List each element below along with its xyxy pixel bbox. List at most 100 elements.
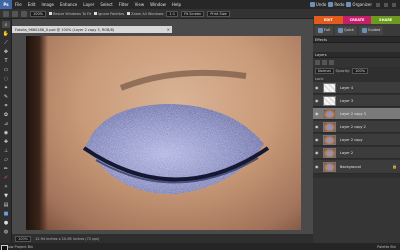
document-area: Fotolia_9660188_X.psd @ 100% (Layer 2 co… xyxy=(12,19,313,243)
crop-tool-icon[interactable]: ⌗ xyxy=(2,102,10,109)
hand-tool-icon[interactable]: ✋ xyxy=(2,30,10,37)
full-edit-icon xyxy=(318,27,323,33)
menubar-right-group: Undo Redo Organizer xyxy=(309,2,400,7)
menu-enhance[interactable]: Enhance xyxy=(57,2,80,7)
layer-thumbnail xyxy=(323,108,336,119)
fit-screen-button[interactable]: Fit Screen xyxy=(181,10,205,17)
opacity-field[interactable]: 100% xyxy=(352,68,369,74)
layer-thumbnail xyxy=(323,95,336,106)
organizer-label: Organizer xyxy=(352,2,372,7)
palette-bin-toggle[interactable]: Palette Bin xyxy=(377,245,396,249)
menu-filter[interactable]: Filter xyxy=(116,2,132,7)
effects-panel-body xyxy=(313,43,400,52)
sponge-tool-icon[interactable]: ◍ xyxy=(2,228,10,235)
smart-brush-tool-icon[interactable]: ✧ xyxy=(2,183,10,190)
new-adjustment-layer-icon[interactable] xyxy=(322,60,327,65)
gradient-tool-icon[interactable]: ▤ xyxy=(2,201,10,208)
menu-edit[interactable]: Edit xyxy=(25,2,39,7)
layer-row[interactable]: ◉ Layer 4 xyxy=(313,82,400,94)
layer-row[interactable]: ◉ Layer 3 xyxy=(313,95,400,107)
tab-edit[interactable]: EDIT xyxy=(314,16,343,24)
layer-name: Background xyxy=(340,164,361,169)
layers-empty-area xyxy=(313,178,400,243)
image-canvas[interactable] xyxy=(26,36,301,230)
new-layer-icon[interactable] xyxy=(315,60,320,65)
document-tab[interactable]: Fotolia_9660188_X.psd @ 100% (Layer 2 co… xyxy=(12,26,172,33)
zoom-field[interactable]: 100% xyxy=(30,10,47,17)
visibility-eye-icon[interactable]: ◉ xyxy=(315,98,320,103)
type-tool-icon[interactable]: T xyxy=(2,57,10,64)
blur-tool-icon[interactable]: ● xyxy=(2,219,10,226)
brush-tool-icon[interactable]: ✐ xyxy=(2,174,10,181)
organizer-icon xyxy=(346,2,352,7)
visibility-eye-icon[interactable]: ◉ xyxy=(315,111,320,116)
close-icon[interactable]: × xyxy=(167,27,170,32)
menu-file[interactable]: File xyxy=(12,2,25,7)
bottom-bar: Show Project Bin Palette Bin xyxy=(0,243,400,250)
ignore-palettes-checkbox[interactable]: Ignore Palettes xyxy=(93,11,124,16)
quick-edit-button[interactable]: Quick xyxy=(335,25,357,35)
full-edit-button[interactable]: Full xyxy=(315,25,333,35)
actual-pixels-button[interactable]: 1:1 xyxy=(166,10,179,17)
layer-row[interactable]: ◉ Layer 2 xyxy=(313,147,400,159)
red-eye-tool-icon[interactable]: ◉ xyxy=(2,129,10,136)
zoom-in-icon[interactable] xyxy=(12,10,18,17)
move-tool-icon[interactable]: ✥ xyxy=(2,48,10,55)
pencil-tool-icon[interactable]: ✏ xyxy=(2,165,10,172)
menu-view[interactable]: View xyxy=(132,2,148,7)
layer-row[interactable]: ◉ Layer 2 copy xyxy=(313,134,400,146)
shape-tool-icon[interactable]: ■ xyxy=(2,210,10,217)
layer-row[interactable]: ◉ Layer 2 copy 2 xyxy=(313,121,400,133)
menu-window[interactable]: Window xyxy=(147,2,169,7)
layer-row-background[interactable]: ◉ Background 🔒 xyxy=(313,160,400,174)
redo-button[interactable]: Redo xyxy=(328,2,344,7)
menu-select[interactable]: Select xyxy=(97,2,115,7)
blend-mode-select[interactable]: Normal xyxy=(315,68,334,74)
resize-windows-checkbox[interactable]: Resize Windows To Fit xyxy=(49,11,91,16)
visibility-eye-icon[interactable]: ◉ xyxy=(315,137,320,142)
straighten-tool-icon[interactable]: ⊿ xyxy=(2,120,10,127)
effects-title: Effects xyxy=(315,37,327,42)
zoom-tool-icon[interactable]: ⌕ xyxy=(2,21,10,28)
layer-row-selected[interactable]: ◉ Layer 2 copy 3 xyxy=(313,108,400,120)
minimize-button[interactable] xyxy=(376,2,380,7)
layer-name: Layer 2 copy xyxy=(340,137,363,142)
show-project-bin-button[interactable]: Show Project Bin xyxy=(4,245,33,249)
delete-layer-icon[interactable] xyxy=(329,60,334,65)
menu-help[interactable]: Help xyxy=(169,2,184,7)
visibility-eye-icon[interactable]: ◉ xyxy=(315,85,320,90)
healing-brush-tool-icon[interactable]: ✚ xyxy=(2,138,10,145)
maximize-button[interactable] xyxy=(384,2,388,7)
print-size-button[interactable]: Print Size xyxy=(207,10,230,17)
layer-thumbnail xyxy=(323,121,336,132)
blend-mode-row: Normal Opacity: 100% xyxy=(313,67,400,75)
visibility-eye-icon[interactable]: ◉ xyxy=(315,164,320,169)
lasso-tool-icon[interactable]: ◌ xyxy=(2,75,10,82)
marquee-tool-icon[interactable]: ▭ xyxy=(2,66,10,73)
magic-wand-tool-icon[interactable]: ✦ xyxy=(2,84,10,91)
menu-image[interactable]: Image xyxy=(38,2,57,7)
clone-stamp-tool-icon[interactable]: ⊥ xyxy=(2,147,10,154)
foreground-color-swatch[interactable] xyxy=(1,245,8,250)
zoom-all-windows-checkbox[interactable]: Zoom All Windows xyxy=(127,11,163,16)
organizer-button[interactable]: Organizer xyxy=(346,2,372,7)
status-zoom[interactable]: 100% xyxy=(15,235,32,242)
close-window-button[interactable] xyxy=(392,2,396,7)
full-edit-label: Full xyxy=(324,28,330,32)
eraser-tool-icon[interactable]: ▱ xyxy=(2,156,10,163)
checkbox-icon xyxy=(127,11,131,15)
eyedropper-tool-icon[interactable]: ⟋ xyxy=(2,39,10,46)
selection-brush-tool-icon[interactable]: ✎ xyxy=(2,93,10,100)
visibility-eye-icon[interactable]: ◉ xyxy=(315,150,320,155)
guided-edit-label: Guided xyxy=(367,28,381,32)
paint-bucket-tool-icon[interactable]: ▼ xyxy=(2,192,10,199)
tab-share[interactable]: SHARE xyxy=(371,16,400,24)
guided-edit-button[interactable]: Guided xyxy=(358,25,384,35)
visibility-eye-icon[interactable]: ◉ xyxy=(315,124,320,129)
undo-button[interactable]: Undo xyxy=(309,2,326,7)
zoom-out-icon[interactable] xyxy=(21,10,27,17)
menu-layer[interactable]: Layer xyxy=(80,2,97,7)
tab-create[interactable]: CREATE xyxy=(342,16,372,24)
lock-row: Lock: xyxy=(313,75,400,82)
cookie-cutter-tool-icon[interactable]: ✿ xyxy=(2,111,10,118)
